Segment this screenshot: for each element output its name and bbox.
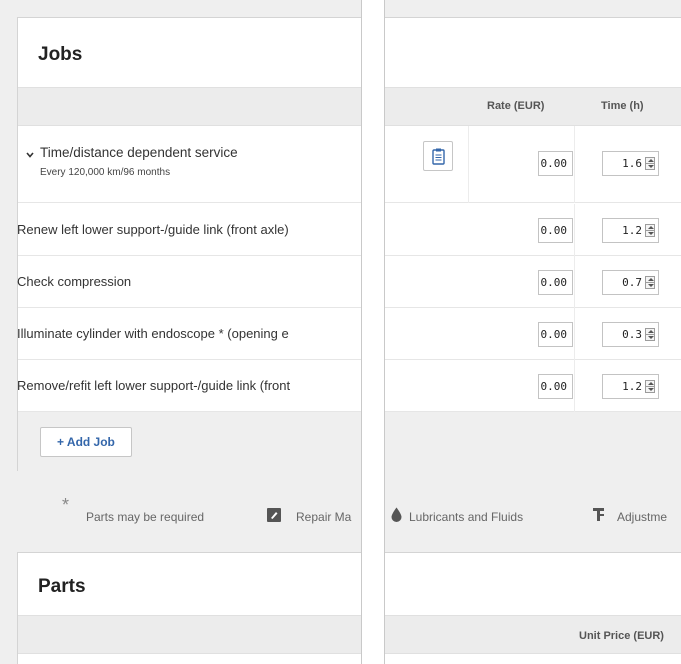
time-stepper[interactable]: 1.2 <box>602 374 659 399</box>
job-row[interactable]: Illuminate cylinder with endoscope * (op… <box>17 308 361 360</box>
unit-price-column-header[interactable]: Unit Price (EUR) <box>579 630 664 642</box>
time-value: 1.2 <box>622 380 642 393</box>
parts-header-row: Unit Price (EUR) <box>385 615 681 654</box>
time-stepper[interactable]: 0.3 <box>602 322 659 347</box>
time-value: 0.7 <box>622 276 642 289</box>
repair-manual-icon[interactable] <box>267 508 281 522</box>
cell-divider <box>468 126 469 203</box>
job-row[interactable]: Check compression <box>17 256 361 308</box>
time-value: 1.6 <box>622 157 642 170</box>
job-name: Remove/refit left lower support-/guide l… <box>17 378 291 393</box>
jobs-footer <box>385 412 681 471</box>
oil-drop-icon[interactable] <box>391 507 402 522</box>
job-row-service[interactable]: Time/distance dependent service Every 12… <box>18 126 361 203</box>
jobs-header-row: Rate (EUR) Time (h) <box>385 87 681 126</box>
job-row[interactable]: Remove/refit left lower support-/guide l… <box>17 360 361 412</box>
time-stepper[interactable]: 1.6 <box>602 151 659 176</box>
repair-manual-label[interactable]: Repair Ma <box>296 510 351 524</box>
job-row[interactable]: Renew left lower support-/guide link (fr… <box>17 204 361 256</box>
spinner-arrows-icon[interactable] <box>645 380 655 393</box>
cell-divider <box>574 126 575 203</box>
cell-divider <box>574 204 575 256</box>
rate-column-header[interactable]: Rate (EUR) <box>487 100 544 112</box>
rate-input[interactable]: 0.00 <box>538 270 573 295</box>
spinner-arrows-icon[interactable] <box>645 224 655 237</box>
clipboard-icon <box>432 148 445 165</box>
job-name: Check compression <box>17 274 132 289</box>
time-column-header[interactable]: Time (h) <box>601 100 644 112</box>
job-row[interactable]: 0.00 0.3 <box>385 308 681 360</box>
jobs-title: Jobs <box>38 44 83 65</box>
job-name: Time/distance dependent service <box>40 145 238 160</box>
rate-input[interactable]: 0.00 <box>538 322 573 347</box>
jobs-header-row <box>18 87 361 126</box>
time-value: 0.3 <box>622 328 642 341</box>
chevron-down-icon[interactable] <box>26 151 34 159</box>
parts-header-row <box>18 615 361 654</box>
job-name: Illuminate cylinder with endoscope * (op… <box>17 326 289 341</box>
time-stepper[interactable]: 1.2 <box>602 218 659 243</box>
clipboard-button[interactable] <box>423 141 453 171</box>
right-pane: Rate (EUR) Time (h) 0.00 1.6 0.00 1.2 0.… <box>384 0 681 664</box>
parts-card-cont: Unit Price (EUR) <box>385 552 681 664</box>
spinner-arrows-icon[interactable] <box>645 328 655 341</box>
lubricants-label[interactable]: Lubricants and Fluids <box>409 510 523 524</box>
jobs-card-cont: Rate (EUR) Time (h) 0.00 1.6 0.00 1.2 0.… <box>385 17 681 471</box>
time-value: 1.2 <box>622 224 642 237</box>
left-pane: Jobs Time/distance dependent service Eve… <box>0 0 362 664</box>
pane-gap <box>362 0 384 664</box>
parts-card: Parts <box>17 552 361 664</box>
rate-input[interactable]: 0.00 <box>538 151 573 176</box>
adjustments-icon[interactable] <box>592 507 606 522</box>
rate-input[interactable]: 0.00 <box>538 218 573 243</box>
job-row[interactable]: 0.00 1.2 <box>385 204 681 256</box>
cell-divider <box>574 308 575 360</box>
spinner-arrows-icon[interactable] <box>645 157 655 170</box>
asterisk-icon: * <box>62 495 70 515</box>
job-row[interactable]: 0.00 0.7 <box>385 256 681 308</box>
cell-divider <box>574 360 575 412</box>
job-interval: Every 120,000 km/96 months <box>40 167 171 178</box>
cell-divider <box>574 256 575 308</box>
job-row-service[interactable]: 0.00 1.6 <box>385 126 681 203</box>
adjustments-label[interactable]: Adjustme <box>617 510 667 524</box>
add-job-button[interactable]: + Add Job <box>40 427 132 457</box>
parts-title: Parts <box>38 576 86 597</box>
parts-required-label: Parts may be required <box>86 510 205 524</box>
job-row[interactable]: 0.00 1.2 <box>385 360 681 412</box>
job-name: Renew left lower support-/guide link (fr… <box>17 222 289 237</box>
rate-input[interactable]: 0.00 <box>538 374 573 399</box>
jobs-card: Jobs Time/distance dependent service Eve… <box>17 17 361 471</box>
jobs-footer: + Add Job <box>18 412 361 471</box>
time-stepper[interactable]: 0.7 <box>602 270 659 295</box>
spinner-arrows-icon[interactable] <box>645 276 655 289</box>
